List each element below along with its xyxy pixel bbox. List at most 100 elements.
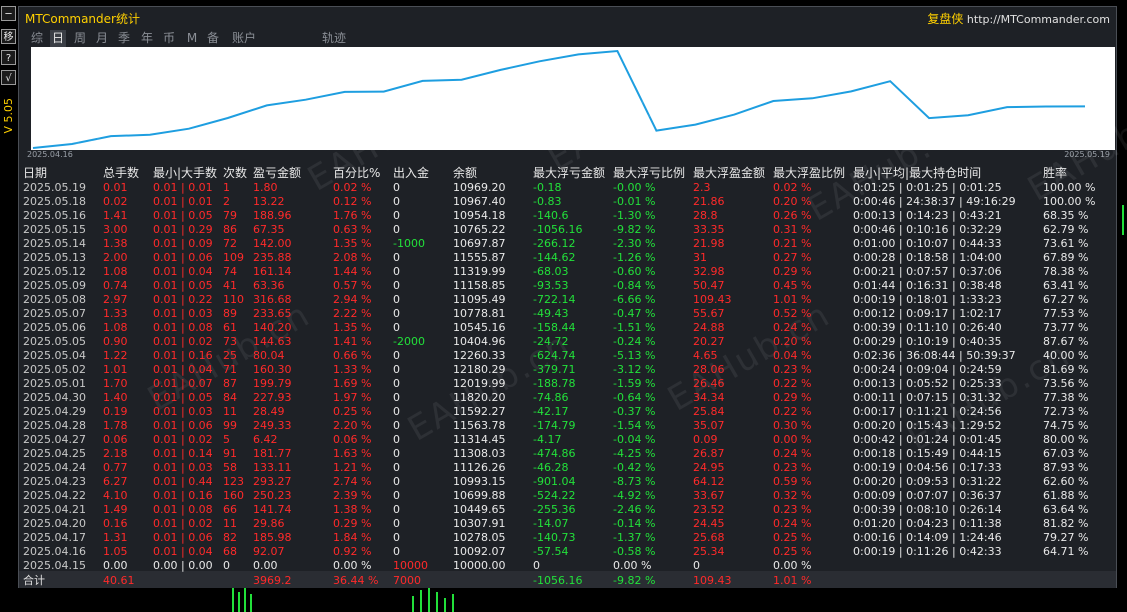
cell-min-max-lots: 0.01 | 0.02 [153, 517, 213, 530]
cell-pl: 142.00 [253, 237, 292, 250]
column-header[interactable]: 日期 [23, 164, 103, 181]
cell-max-float-loss: 0 [533, 559, 540, 572]
cell-deposit: 0 [393, 405, 400, 418]
tab-symbol[interactable]: 币 [161, 30, 177, 47]
cell-max-float-loss-pct: -0.01 % [613, 195, 656, 208]
table-row: 2025.05.16 1.41 0.01 | 0.05 79 188.96 1.76 % 0… [23, 209, 1113, 223]
tab-day[interactable]: 日 [50, 30, 66, 47]
cell-count: 109 [223, 251, 244, 264]
table-row: 2025.05.05 0.90 0.01 | 0.02 73 144.63 1.41 % -… [23, 335, 1113, 349]
cell-win-rate: 63.64 % [1043, 503, 1089, 516]
column-header[interactable]: 余额 [453, 164, 533, 181]
table-row: 2025.04.21 1.49 0.01 | 0.08 66 141.74 1.38 % 0… [23, 503, 1113, 517]
cell-lots: 1.38 [103, 237, 128, 250]
cell-win-rate: 77.38 % [1043, 391, 1089, 404]
cell-date: 2025.04.20 [23, 517, 86, 530]
cell-hold-time: 0:00:19 | 0:11:26 | 0:42:33 [853, 545, 1002, 558]
tab-account[interactable]: 账户 [229, 30, 259, 47]
cell-max-float-profit-pct: 0.22 % [773, 405, 812, 418]
cell-date: 2025.04.30 [23, 391, 86, 404]
column-header[interactable]: 百分比% [333, 164, 393, 181]
cell-hold-time: 0:01:20 | 0:04:23 | 0:11:38 [853, 517, 1002, 530]
cell-balance: 11095.49 [453, 293, 506, 306]
cell-balance: 11555.87 [453, 251, 506, 264]
table-row: 2025.05.04 1.22 0.01 | 0.16 25 80.04 0.66 % 0 1… [23, 349, 1113, 363]
column-header[interactable]: 盈亏金额 [253, 164, 333, 181]
help-button[interactable]: ? [1, 50, 16, 65]
tab-week[interactable]: 周 [72, 30, 88, 47]
cell-count: 5 [223, 433, 230, 446]
total-max-float-profit: 109.43 [693, 574, 732, 587]
cell-lots: 0.74 [103, 279, 128, 292]
cell-max-float-profit-pct: 0.24 % [773, 321, 812, 334]
cell-date: 2025.04.25 [23, 447, 86, 460]
cell-max-float-profit-pct: 0.59 % [773, 475, 812, 488]
cell-pct: 0.25 % [333, 405, 372, 418]
column-header[interactable]: 最大浮亏金额 [533, 164, 613, 181]
tab-quarter[interactable]: 季 [116, 30, 132, 47]
tab-month[interactable]: 月 [94, 30, 110, 47]
cell-count: 11 [223, 517, 237, 530]
column-header[interactable]: 最大浮盈金额 [693, 164, 773, 181]
tab-track[interactable]: 轨迹 [319, 30, 349, 47]
column-header[interactable]: 次数 [223, 164, 253, 181]
cell-pct: 2.08 % [333, 251, 372, 264]
column-header[interactable]: 出入金 [393, 164, 453, 181]
cell-max-float-profit-pct: 0.27 % [773, 251, 812, 264]
cell-deposit: 0 [393, 461, 400, 474]
cell-max-float-loss-pct: -0.00 % [613, 181, 656, 194]
cell-date: 2025.04.23 [23, 475, 86, 488]
cell-lots: 1.31 [103, 531, 128, 544]
cell-max-float-profit: 28.8 [693, 209, 718, 222]
cell-date: 2025.05.01 [23, 377, 86, 390]
column-header[interactable]: 最小|大手数 [153, 164, 223, 181]
table-row: 2025.05.14 1.38 0.01 | 0.09 72 142.00 1.35 % -… [23, 237, 1113, 251]
cell-min-max-lots: 0.01 | 0.06 [153, 251, 213, 264]
table-row: 2025.04.20 0.16 0.01 | 0.02 11 29.86 0.29 % 0 1… [23, 517, 1113, 531]
cell-max-float-loss: -901.04 [533, 475, 576, 488]
cell-deposit: 0 [393, 503, 400, 516]
total-pct: 36.44 % [333, 574, 379, 587]
tab-summary[interactable]: 综 [29, 30, 45, 47]
table-row: 2025.04.25 2.18 0.01 | 0.14 91 181.77 1.63 % 0… [23, 447, 1113, 461]
cell-max-float-profit-pct: 0.26 % [773, 209, 812, 222]
cell-pct: 0.12 % [333, 195, 372, 208]
cell-min-max-lots: 0.01 | 0.02 [153, 335, 213, 348]
cell-count: 74 [223, 265, 237, 278]
move-button[interactable]: 移 [1, 29, 16, 44]
tab-year[interactable]: 年 [139, 30, 155, 47]
cell-balance: 12260.33 [453, 349, 506, 362]
cell-pl: 293.27 [253, 475, 292, 488]
cell-max-float-profit: 33.35 [693, 223, 725, 236]
cell-lots: 2.18 [103, 447, 128, 460]
minimize-button[interactable]: ─ [1, 6, 16, 21]
cell-max-float-profit: 25.34 [693, 545, 725, 558]
column-header[interactable]: 胜率 [1043, 164, 1113, 181]
cell-lots: 1.05 [103, 545, 128, 558]
cell-pl: 67.35 [253, 223, 285, 236]
cell-min-max-lots: 0.01 | 0.08 [153, 503, 213, 516]
table-row: 2025.05.15 3.00 0.01 | 0.29 86 67.35 0.63 % 0 1… [23, 223, 1113, 237]
cell-min-max-lots: 0.01 | 0.05 [153, 209, 213, 222]
cell-lots: 0.06 [103, 433, 128, 446]
brand-link[interactable]: 复盘侠 http://MTCommander.com [927, 10, 1110, 27]
cell-deposit: 0 [393, 209, 400, 222]
underlying-chart-strip [0, 588, 1127, 612]
brand-url[interactable]: http://MTCommander.com [967, 13, 1110, 26]
column-header[interactable]: 最大浮亏比例 [613, 164, 693, 181]
column-header[interactable]: 最小|平均|最大持仓时间 [853, 164, 1043, 181]
cell-win-rate: 67.89 % [1043, 251, 1089, 264]
cell-max-float-loss-pct: 0.00 % [613, 559, 652, 572]
column-header[interactable]: 总手数 [103, 164, 153, 181]
cell-max-float-loss-pct: -4.25 % [613, 447, 656, 460]
column-header[interactable]: 最大浮盈比例 [773, 164, 853, 181]
table-row: 2025.04.30 1.40 0.01 | 0.05 84 227.93 1.97 % 0… [23, 391, 1113, 405]
cell-deposit: 0 [393, 433, 400, 446]
cell-lots: 1.49 [103, 503, 128, 516]
confirm-button[interactable]: √ [1, 70, 16, 85]
cell-lots: 1.08 [103, 265, 128, 278]
cell-date: 2025.04.16 [23, 545, 86, 558]
cell-lots: 1.08 [103, 321, 128, 334]
candle [250, 594, 252, 612]
cell-min-max-lots: 0.01 | 0.06 [153, 531, 213, 544]
